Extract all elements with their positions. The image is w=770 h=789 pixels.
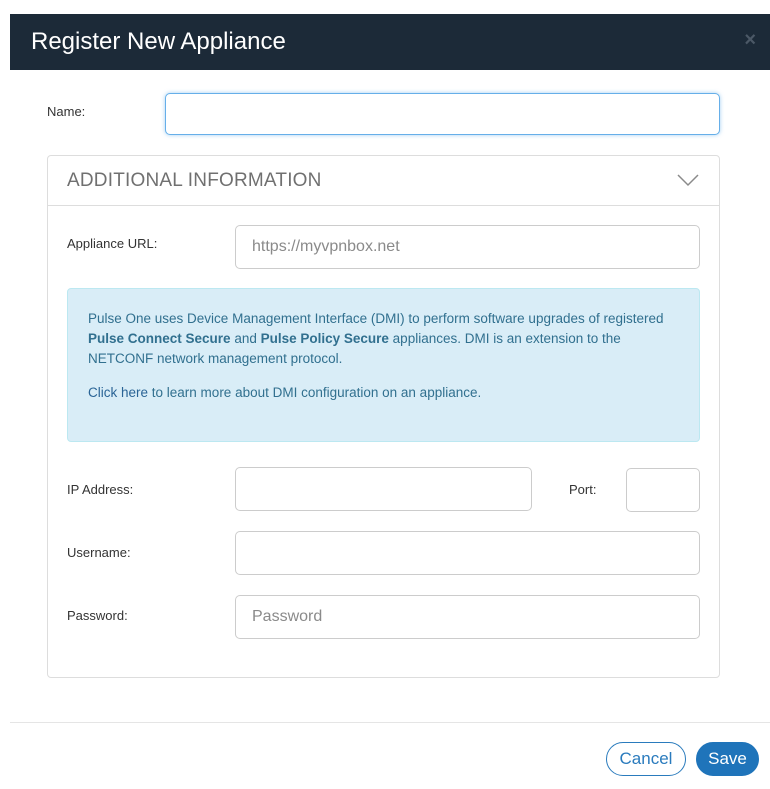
ip-address-input[interactable] [235,467,532,511]
ip-address-label: IP Address: [67,482,134,497]
appliance-url-label: Appliance URL: [67,236,158,251]
appliance-url-input[interactable] [235,225,700,269]
dmi-help-text: Click here to learn more about DMI confi… [88,383,679,403]
username-label: Username: [67,545,131,560]
footer-divider [10,722,770,723]
password-input[interactable] [235,595,700,639]
dialog-title: Register New Appliance [31,28,286,55]
dmi-info-text: Pulse One uses Device Management Interfa… [88,309,679,369]
click-here-link[interactable]: Click here [88,385,148,400]
info-text-part: Pulse One uses Device Management Interfa… [88,311,664,326]
product-pulse-policy-secure: Pulse Policy Secure [260,331,389,346]
additional-info-header[interactable]: ADDITIONAL INFORMATION [48,156,719,206]
port-input[interactable] [626,468,700,512]
name-input[interactable] [165,93,720,135]
port-label: Port: [569,482,597,497]
password-label: Password: [67,608,128,623]
dmi-info-alert: Pulse One uses Device Management Interfa… [67,288,700,442]
register-appliance-dialog: Register New Appliance × Name: ADDITIONA… [0,0,770,789]
save-button[interactable]: Save [696,742,759,776]
info-text-part: and [230,331,261,346]
close-icon[interactable]: × [744,28,756,52]
additional-info-title: ADDITIONAL INFORMATION [67,170,322,191]
chevron-down-icon[interactable] [677,173,699,187]
cancel-button[interactable]: Cancel [606,742,686,776]
info-text-part: to learn more about DMI configuration on… [148,385,482,400]
name-label: Name: [47,104,86,119]
username-input[interactable] [235,531,700,575]
dialog-title-bar: Register New Appliance × [10,14,770,70]
product-pulse-connect-secure: Pulse Connect Secure [88,331,231,346]
